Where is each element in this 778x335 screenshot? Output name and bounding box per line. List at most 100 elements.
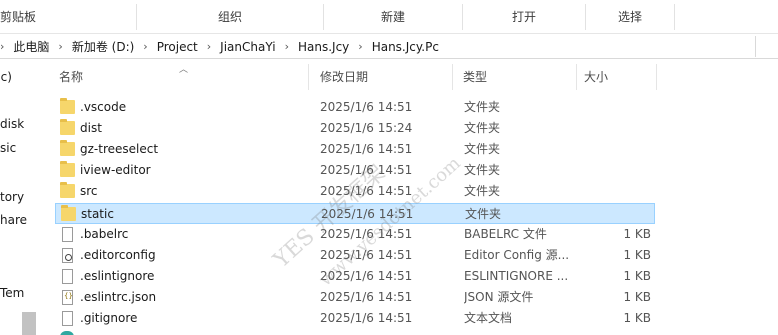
file-modified: 2025/1/6 14:51: [320, 100, 413, 114]
file-row-babelrc[interactable]: .babelrc 2025/1/6 14:51 BABELRC 文件 1 KB: [55, 224, 655, 245]
file-modified: 2025/1/6 14:51: [320, 142, 413, 156]
file-type: BABELRC 文件: [464, 227, 547, 241]
nav-scrollbar-thumb[interactable]: [22, 312, 36, 335]
file-modified: 2025/1/6 14:51: [320, 269, 413, 283]
column-header-size[interactable]: 大小: [584, 60, 608, 94]
file-type: 文件夹: [465, 207, 502, 221]
file-name: dist: [80, 121, 102, 135]
breadcrumb-this-pc[interactable]: 此电脑: [13, 38, 49, 55]
file-name: src: [80, 184, 98, 198]
folder-icon: [60, 140, 75, 156]
file-row-eslintignore[interactable]: .eslintignore 2025/1/6 14:51 ESLINTIGNOR…: [55, 266, 655, 287]
config-file-icon: [62, 248, 73, 263]
address-divider: [755, 36, 756, 57]
breadcrumb: › 此电脑 › 新加卷 (D:) › Project › JianChaYi ›…: [0, 34, 439, 59]
breadcrumb-project[interactable]: Project: [157, 40, 198, 54]
breadcrumb-hans-jcy-pc[interactable]: Hans.Jcy.Pc: [372, 40, 439, 54]
nav-item[interactable]: Tem: [0, 286, 24, 300]
column-divider[interactable]: [576, 64, 577, 90]
ribbon-group-organize[interactable]: 组织: [137, 0, 323, 34]
chevron-right-icon[interactable]: ›: [0, 40, 13, 53]
column-header-row: 名称 修改日期 类型 大小: [45, 60, 778, 94]
address-bar[interactable]: › 此电脑 › 新加卷 (D:) › Project › JianChaYi ›…: [0, 34, 778, 59]
file-name: iview-editor: [80, 163, 151, 177]
nav-item[interactable]: (c): [0, 70, 12, 84]
file-name: .editorconfig: [80, 248, 156, 262]
column-header-type[interactable]: 类型: [463, 60, 487, 94]
chevron-right-icon[interactable]: ›: [198, 40, 220, 53]
file-row-gitignore[interactable]: .gitignore 2025/1/6 14:51 文本文档 1 KB: [55, 308, 655, 329]
folder-icon: [60, 98, 75, 114]
nav-item[interactable]: tory: [0, 190, 24, 204]
file-modified: 2025/1/6 14:51: [320, 290, 413, 304]
file-modified: 2025/1/6 14:51: [320, 163, 413, 177]
chevron-right-icon[interactable]: ›: [349, 40, 371, 53]
breadcrumb-jianchayi[interactable]: JianChaYi: [220, 40, 275, 54]
file-type: 文件夹: [464, 121, 501, 135]
ribbon-group-select[interactable]: 选择: [586, 0, 674, 34]
column-divider[interactable]: [452, 64, 453, 90]
file-type: JSON 源文件: [464, 290, 534, 304]
chevron-right-icon[interactable]: ›: [276, 40, 298, 53]
file-name: .gitignore: [80, 311, 138, 325]
file-modified: 2025/1/6 14:51: [320, 227, 413, 241]
file-row-dist[interactable]: dist 2025/1/6 15:24 文件夹: [55, 118, 655, 139]
file-name: .eslintignore: [80, 269, 155, 283]
breadcrumb-hans-jcy[interactable]: Hans.Jcy: [298, 40, 349, 54]
file-type: 文件夹: [464, 163, 501, 177]
folder-icon: [61, 205, 76, 221]
file-name: .babelrc: [80, 227, 129, 241]
file-row-iview-editor[interactable]: iview-editor 2025/1/6 14:51 文件夹: [55, 160, 655, 181]
file-size: 1 KB: [623, 248, 651, 262]
chevron-right-icon[interactable]: ›: [49, 40, 71, 53]
folder-icon: [60, 182, 75, 198]
column-divider[interactable]: [656, 64, 657, 90]
file-name: static: [81, 207, 114, 221]
ribbon-divider: [674, 4, 675, 30]
file-modified: 2025/1/6 14:51: [320, 184, 413, 198]
folder-icon: [60, 119, 75, 135]
file-type: ESLINTIGNORE ...: [464, 269, 568, 283]
file-name: .vscode: [80, 100, 127, 114]
ribbon: 剪贴板 组织 新建 打开 选择: [0, 0, 778, 34]
file-modified: 2025/1/6 14:51: [320, 311, 413, 325]
file-icon: [62, 269, 73, 284]
column-divider[interactable]: [308, 64, 309, 90]
file-type: Editor Config 源...: [464, 248, 568, 262]
file-size: 1 KB: [623, 311, 651, 325]
ribbon-group-clipboard[interactable]: 剪贴板: [0, 0, 40, 34]
file-row-src[interactable]: src 2025/1/6 14:51 文件夹: [55, 181, 655, 202]
json-file-icon: [62, 290, 73, 305]
file-row-editorconfig[interactable]: .editorconfig 2025/1/6 14:51 Editor Conf…: [55, 245, 655, 266]
folder-icon: [60, 161, 75, 177]
column-header-name[interactable]: 名称: [59, 60, 83, 94]
file-row-static[interactable]: static 2025/1/6 14:51 文件夹: [55, 203, 655, 224]
nav-item[interactable]: sic: [0, 141, 16, 155]
file-type: 文本文档: [464, 311, 513, 325]
file-icon: [62, 311, 73, 326]
breadcrumb-drive-d[interactable]: 新加卷 (D:): [72, 38, 134, 55]
nav-item[interactable]: hare: [0, 213, 27, 227]
partial-file-icon: [60, 331, 74, 335]
nav-item[interactable]: disk: [0, 117, 24, 131]
file-size: 1 KB: [623, 227, 651, 241]
file-size: 1 KB: [623, 269, 651, 283]
file-modified: 2025/1/6 14:51: [321, 207, 414, 221]
file-name: gz-treeselect: [80, 142, 159, 156]
file-modified: 2025/1/6 14:51: [320, 248, 413, 262]
ribbon-group-open[interactable]: 打开: [463, 0, 585, 34]
file-name: .eslintrc.json: [80, 290, 157, 304]
file-icon: [62, 227, 73, 242]
file-row-vscode[interactable]: .vscode 2025/1/6 14:51 文件夹: [55, 97, 655, 118]
file-modified: 2025/1/6 15:24: [320, 121, 413, 135]
file-size: 1 KB: [623, 290, 651, 304]
file-row-eslintrc-json[interactable]: .eslintrc.json 2025/1/6 14:51 JSON 源文件 1…: [55, 287, 655, 308]
file-type: 文件夹: [464, 184, 501, 198]
ribbon-group-new[interactable]: 新建: [324, 0, 462, 34]
chevron-right-icon[interactable]: ›: [134, 40, 156, 53]
navigation-pane: (c) disk sic tory hare Tem: [0, 60, 38, 335]
file-type: 文件夹: [464, 142, 501, 156]
file-type: 文件夹: [464, 100, 501, 114]
column-header-modified[interactable]: 修改日期: [320, 60, 368, 94]
file-row-gz-treeselect[interactable]: gz-treeselect 2025/1/6 14:51 文件夹: [55, 139, 655, 160]
